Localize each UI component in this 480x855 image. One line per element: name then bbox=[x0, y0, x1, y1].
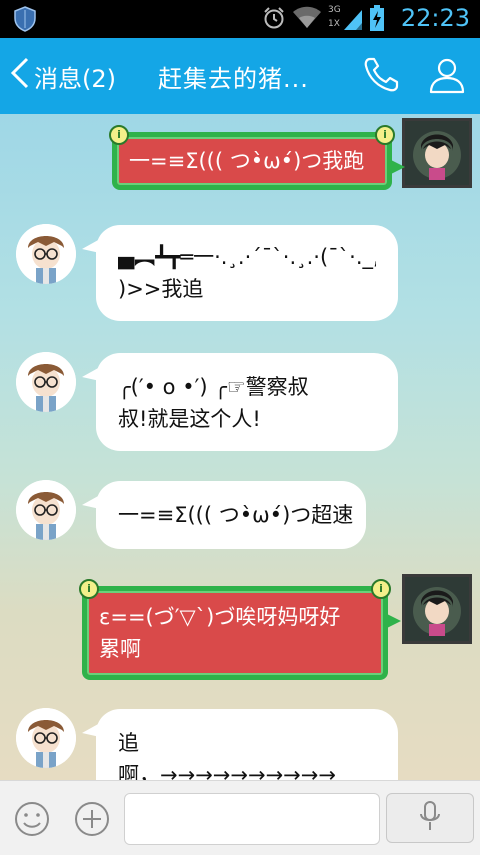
back-chevron-icon bbox=[10, 57, 34, 95]
message-bubble-sent[interactable]: i i 一=≡Σ((( つ•̀ω•́)つ我跑 bbox=[109, 125, 405, 190]
network-type-label: 3G bbox=[328, 5, 341, 15]
message-text-line: )>>我追 bbox=[118, 277, 204, 301]
pin-icon: i bbox=[109, 125, 129, 145]
message-text-line: ╭(′• o •′) ╭☞警察叔 bbox=[118, 375, 309, 399]
contact-avatar[interactable] bbox=[16, 352, 76, 412]
back-button[interactable]: 消息(2) bbox=[10, 56, 116, 96]
message-text-line: 叔!就是这个人! bbox=[118, 407, 261, 431]
chat-title: 赶集去的猪... bbox=[158, 65, 309, 93]
back-label: 消息(2) bbox=[34, 64, 116, 93]
microphone-icon bbox=[418, 800, 442, 836]
contact-avatar[interactable] bbox=[16, 224, 76, 284]
wifi-icon bbox=[292, 6, 322, 34]
message-text-line: 追 bbox=[118, 731, 139, 755]
message-text: 一=≡Σ((( つ•̀ω•́)つ超速 bbox=[118, 503, 354, 527]
shield-icon bbox=[14, 6, 36, 36]
status-clock: 22:23 bbox=[400, 4, 470, 32]
contact-avatar[interactable] bbox=[16, 480, 76, 540]
message-bubble-sent[interactable]: i i ε==(づ′▽`)づ唉呀妈呀好 累啊 bbox=[79, 579, 401, 680]
my-avatar[interactable] bbox=[402, 118, 472, 188]
alarm-icon bbox=[262, 6, 286, 34]
status-bar: 3G 1X 22:23 bbox=[0, 0, 480, 38]
contact-avatar[interactable] bbox=[16, 708, 76, 768]
message-bubble-received[interactable]: ╭(′• o •′) ╭☞警察叔 叔!就是这个人! bbox=[82, 353, 398, 451]
battery-charging-icon bbox=[370, 5, 384, 35]
message-bubble-received[interactable]: 追 啊，→→→→→→→→→→ bbox=[82, 709, 398, 780]
message-text-line: ε==(づ′▽`)づ唉呀妈呀好 bbox=[99, 605, 341, 629]
chat-message-list[interactable]: i i 一=≡Σ((( つ•̀ω•́)つ我跑 ▄︻┻┳═一·.¸.·´¯`·.¸… bbox=[0, 114, 480, 780]
my-avatar[interactable] bbox=[402, 574, 472, 644]
emoji-icon[interactable] bbox=[14, 801, 50, 841]
message-text-line: 啊，→→→→→→→→→→ bbox=[118, 763, 336, 780]
profile-icon[interactable] bbox=[428, 56, 466, 98]
message-input[interactable] bbox=[124, 793, 380, 845]
message-text-line: 累啊 bbox=[99, 637, 141, 661]
plus-icon[interactable] bbox=[74, 801, 110, 841]
message-bubble-received[interactable]: 一=≡Σ((( つ•̀ω•́)つ超速 bbox=[82, 481, 366, 549]
chat-header: 消息(2) 赶集去的猪... bbox=[0, 38, 480, 114]
signal-icon: 3G 1X bbox=[328, 5, 364, 33]
message-text-line: ▄︻┻┳═一·.¸.·´¯`·.¸.·(¯`·._,¯`· bbox=[118, 245, 376, 269]
message-bubble-received[interactable]: ▄︻┻┳═一·.¸.·´¯`·.¸.·(¯`·._,¯`· )>>我追 bbox=[82, 225, 398, 321]
voice-button[interactable] bbox=[386, 793, 474, 843]
pin-icon: i bbox=[79, 579, 99, 599]
pin-icon: i bbox=[375, 125, 395, 145]
pin-icon: i bbox=[371, 579, 391, 599]
message-text: 一=≡Σ((( つ•̀ω•́)つ我跑 bbox=[129, 149, 365, 173]
phone-icon[interactable] bbox=[362, 56, 400, 98]
input-bar bbox=[0, 780, 480, 855]
signal-sub-label: 1X bbox=[328, 19, 340, 29]
